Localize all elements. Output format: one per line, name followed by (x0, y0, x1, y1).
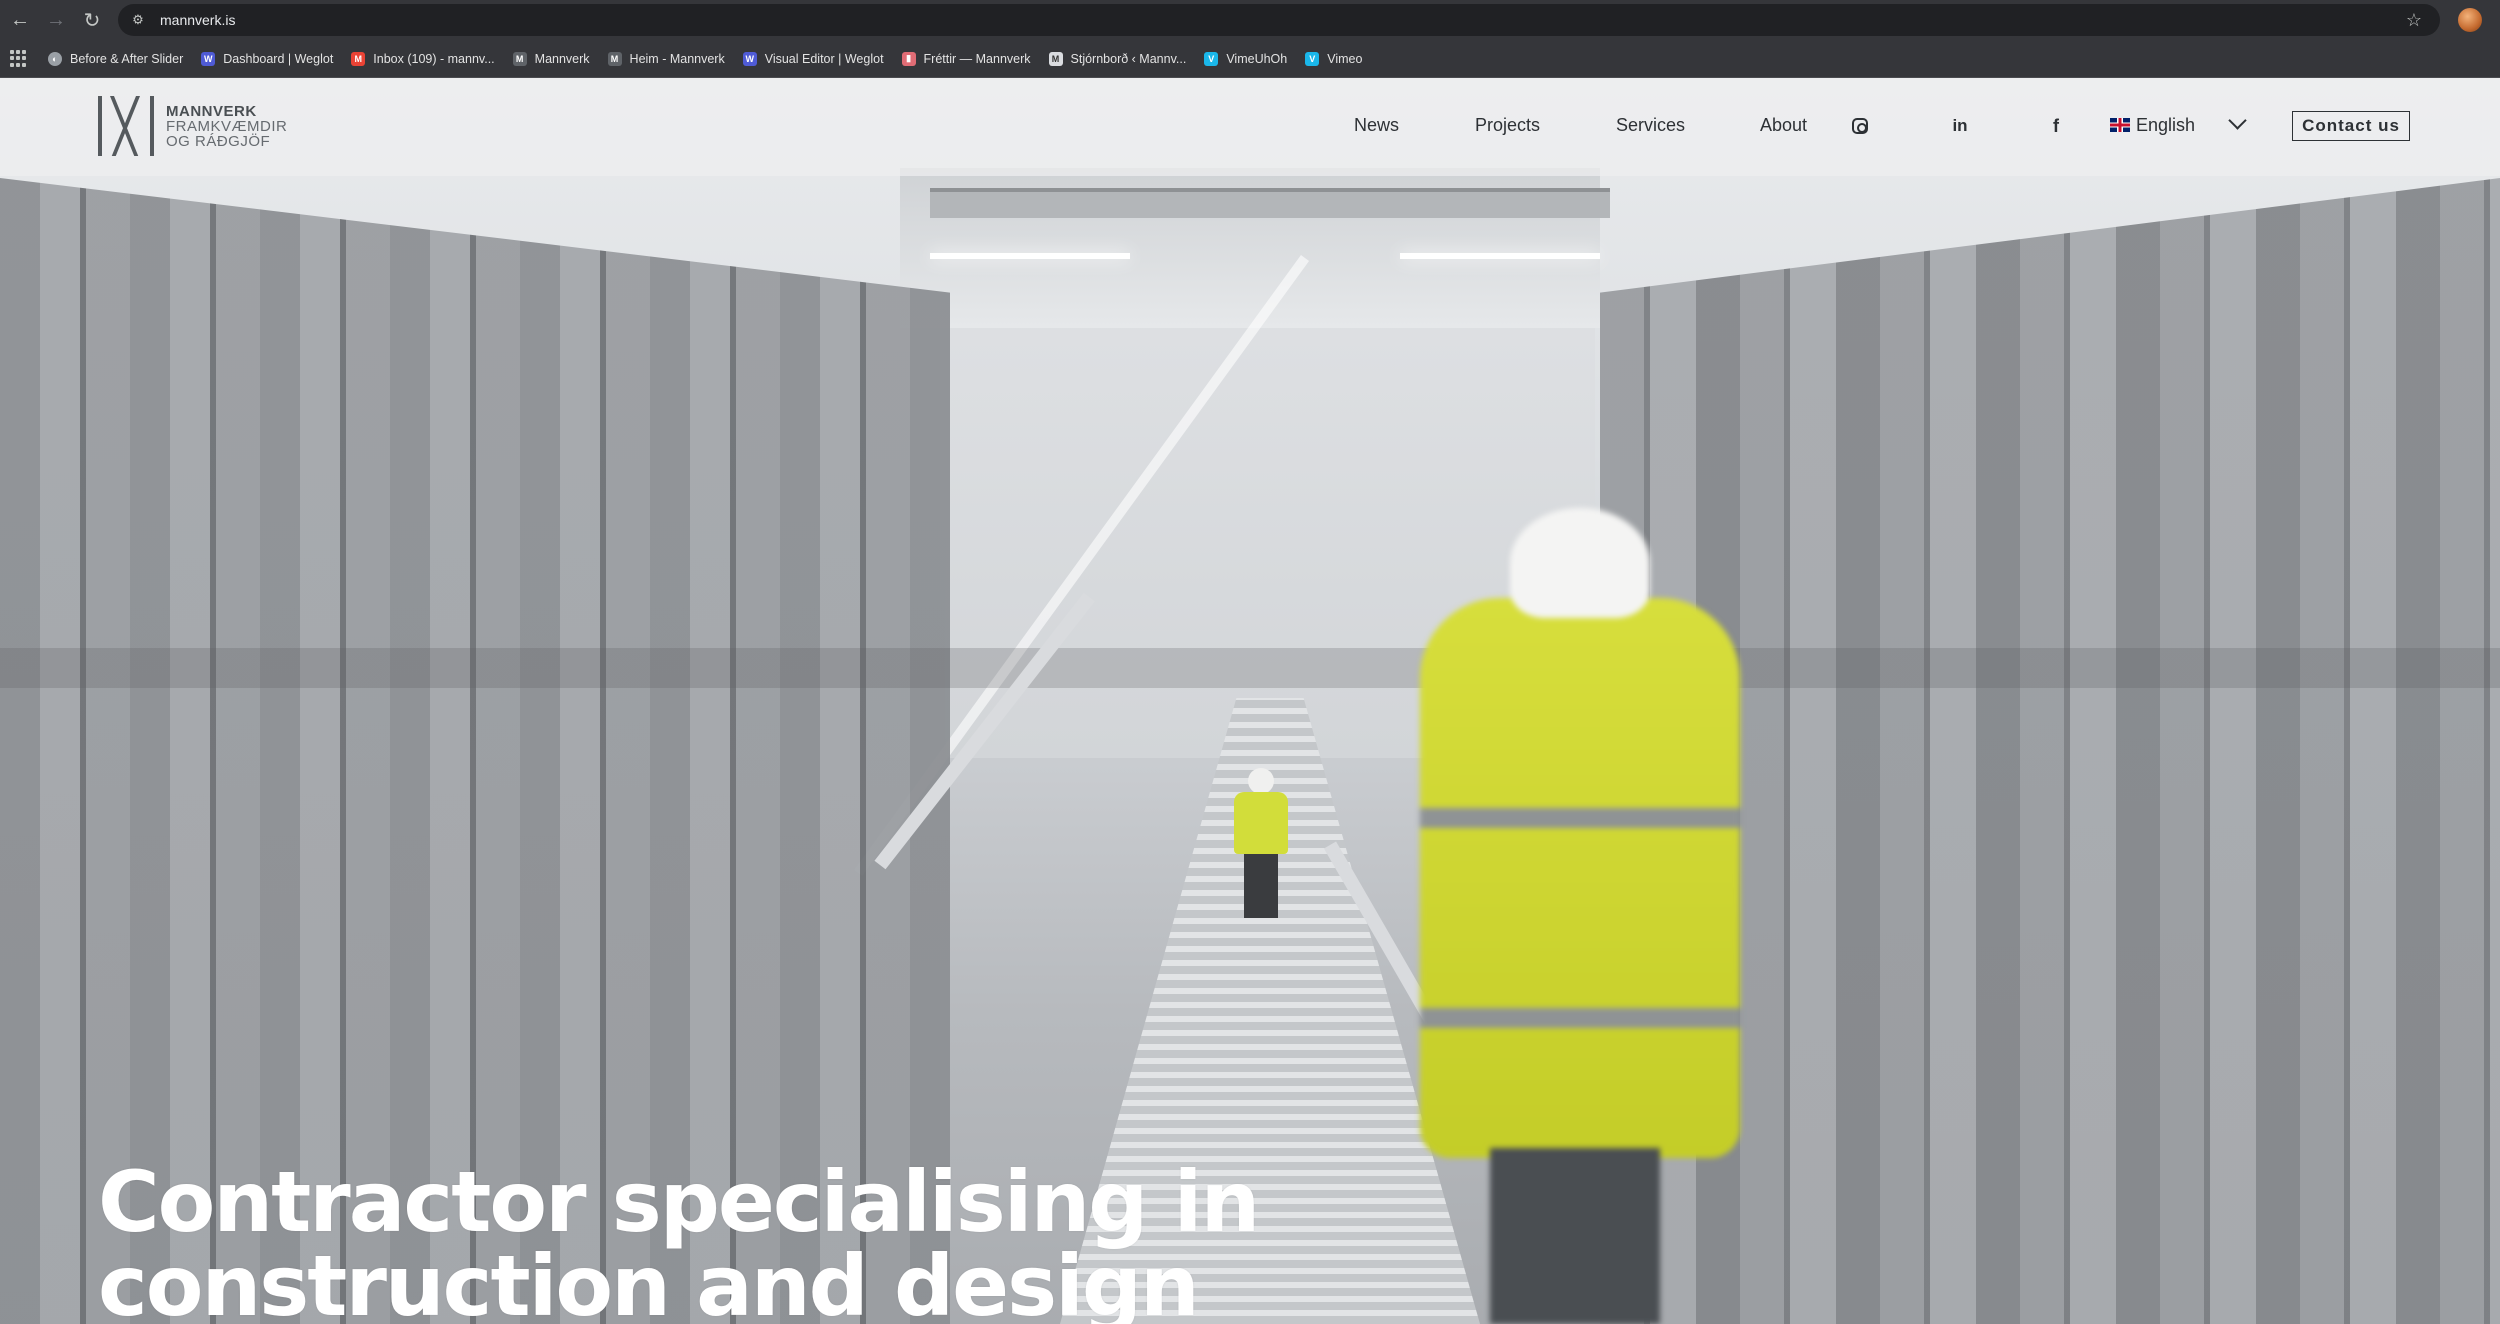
linkedin-icon[interactable]: in (1950, 116, 1970, 136)
facebook-icon[interactable]: f (2046, 116, 2066, 136)
address-bar[interactable]: ⚙ mannverk.is ☆ (118, 4, 2440, 36)
chevron-down-icon[interactable] (2228, 113, 2248, 133)
bookmark-item[interactable]: M Mannverk (512, 51, 590, 66)
vimeo-icon: V (1204, 51, 1219, 66)
bookmark-label: Stjórnborð ‹ Mannv... (1070, 51, 1187, 66)
nav-news[interactable]: News (1354, 115, 1399, 136)
logo-line3: OG RÁÐGJÖF (166, 133, 271, 150)
site-logo[interactable]: MANNVERK FRAMKVÆMDIR OG RÁÐGJÖF (98, 96, 287, 156)
bookmark-label: VimeUhOh (1226, 51, 1288, 66)
contact-button[interactable]: Contact us (2292, 111, 2410, 141)
bookmark-label: Heim - Mannverk (629, 51, 725, 66)
hero-ceiling-light (1400, 253, 1600, 259)
nav-services[interactable]: Services (1616, 115, 1685, 136)
browser-toolbar: ← → ↻ ⚙ mannverk.is ☆ (0, 0, 2500, 40)
vimeo-icon: V (1305, 51, 1320, 66)
bookmark-label: Fréttir — Mannverk (923, 51, 1031, 66)
weglot-icon: W (742, 51, 757, 66)
hero-ceiling-light (930, 253, 1130, 259)
hero-ceiling-beam (930, 188, 1610, 218)
m-icon: M (1048, 51, 1063, 66)
bookmark-item[interactable]: ◐ Before & After Slider (48, 51, 184, 66)
hero-worker-far (1226, 768, 1296, 918)
bookmark-label: Dashboard | Weglot (223, 51, 334, 66)
bookmark-label: Inbox (109) - mannv... (373, 51, 495, 66)
url-text: mannverk.is (160, 12, 236, 28)
bookmark-item[interactable]: ▮ Fréttir — Mannverk (901, 51, 1031, 66)
bookmark-red-icon: ▮ (901, 51, 916, 66)
hero-rack-shadow (0, 648, 2500, 688)
site-header: MANNVERK FRAMKVÆMDIR OG RÁÐGJÖF News Pro… (0, 78, 2500, 176)
bookmark-label: Mannverk (534, 51, 590, 66)
hero-headline-line2: construction and design (98, 1237, 1200, 1324)
instagram-icon[interactable] (1850, 116, 1870, 136)
bookmark-item[interactable]: M Stjórnborð ‹ Mannv... (1048, 51, 1187, 66)
bookmark-star-icon[interactable]: ☆ (2406, 10, 2422, 31)
mannverk-icon: M (512, 51, 527, 66)
weglot-icon: W (201, 51, 216, 66)
apps-grid-icon[interactable] (10, 49, 28, 68)
site-info-icon[interactable]: ⚙ (130, 12, 146, 28)
hero-worker-near (1400, 508, 1760, 1324)
profile-avatar[interactable] (2458, 8, 2482, 32)
bookmark-item[interactable]: V Vimeo (1305, 51, 1363, 66)
forward-arrow-icon[interactable]: → (38, 2, 74, 38)
nav-projects[interactable]: Projects (1475, 115, 1540, 136)
mannverk-logo-icon (98, 96, 154, 156)
nav-about[interactable]: About (1760, 115, 1807, 136)
bookmark-item[interactable]: M Heim - Mannverk (607, 51, 725, 66)
logo-line2: FRAMKVÆMDIR (166, 118, 288, 135)
bookmark-label: Vimeo (1327, 51, 1363, 66)
bookmarks-bar: ◐ Before & After Slider W Dashboard | Wegl… (0, 40, 2500, 78)
logo-line1: MANNVERK (166, 103, 257, 120)
uk-flag-icon (2110, 118, 2130, 132)
language-selector[interactable]: English (2136, 115, 2195, 136)
reload-icon[interactable]: ↻ (74, 2, 110, 38)
web-page: MANNVERK FRAMKVÆMDIR OG RÁÐGJÖF News Pro… (0, 78, 2500, 1324)
hero-headline-line1: Contractor specialising in (98, 1153, 1260, 1251)
bookmark-item[interactable]: W Visual Editor | Weglot (742, 51, 884, 66)
mannverk-icon: M (607, 51, 622, 66)
bookmark-item[interactable]: V VimeUhOh (1204, 51, 1288, 66)
bookmark-label: Visual Editor | Weglot (764, 51, 884, 66)
bookmark-item[interactable]: M Inbox (109) - mannv... (351, 51, 495, 66)
back-arrow-icon[interactable]: ← (2, 2, 38, 38)
gmail-icon: M (351, 51, 366, 66)
hero-headline: Contractor specialising in construction … (98, 1160, 1398, 1324)
bookmark-item[interactable]: W Dashboard | Weglot (201, 51, 334, 66)
bookmark-label: Before & After Slider (70, 51, 184, 66)
hero-image (0, 78, 2500, 1324)
globe-icon: ◐ (48, 51, 62, 66)
